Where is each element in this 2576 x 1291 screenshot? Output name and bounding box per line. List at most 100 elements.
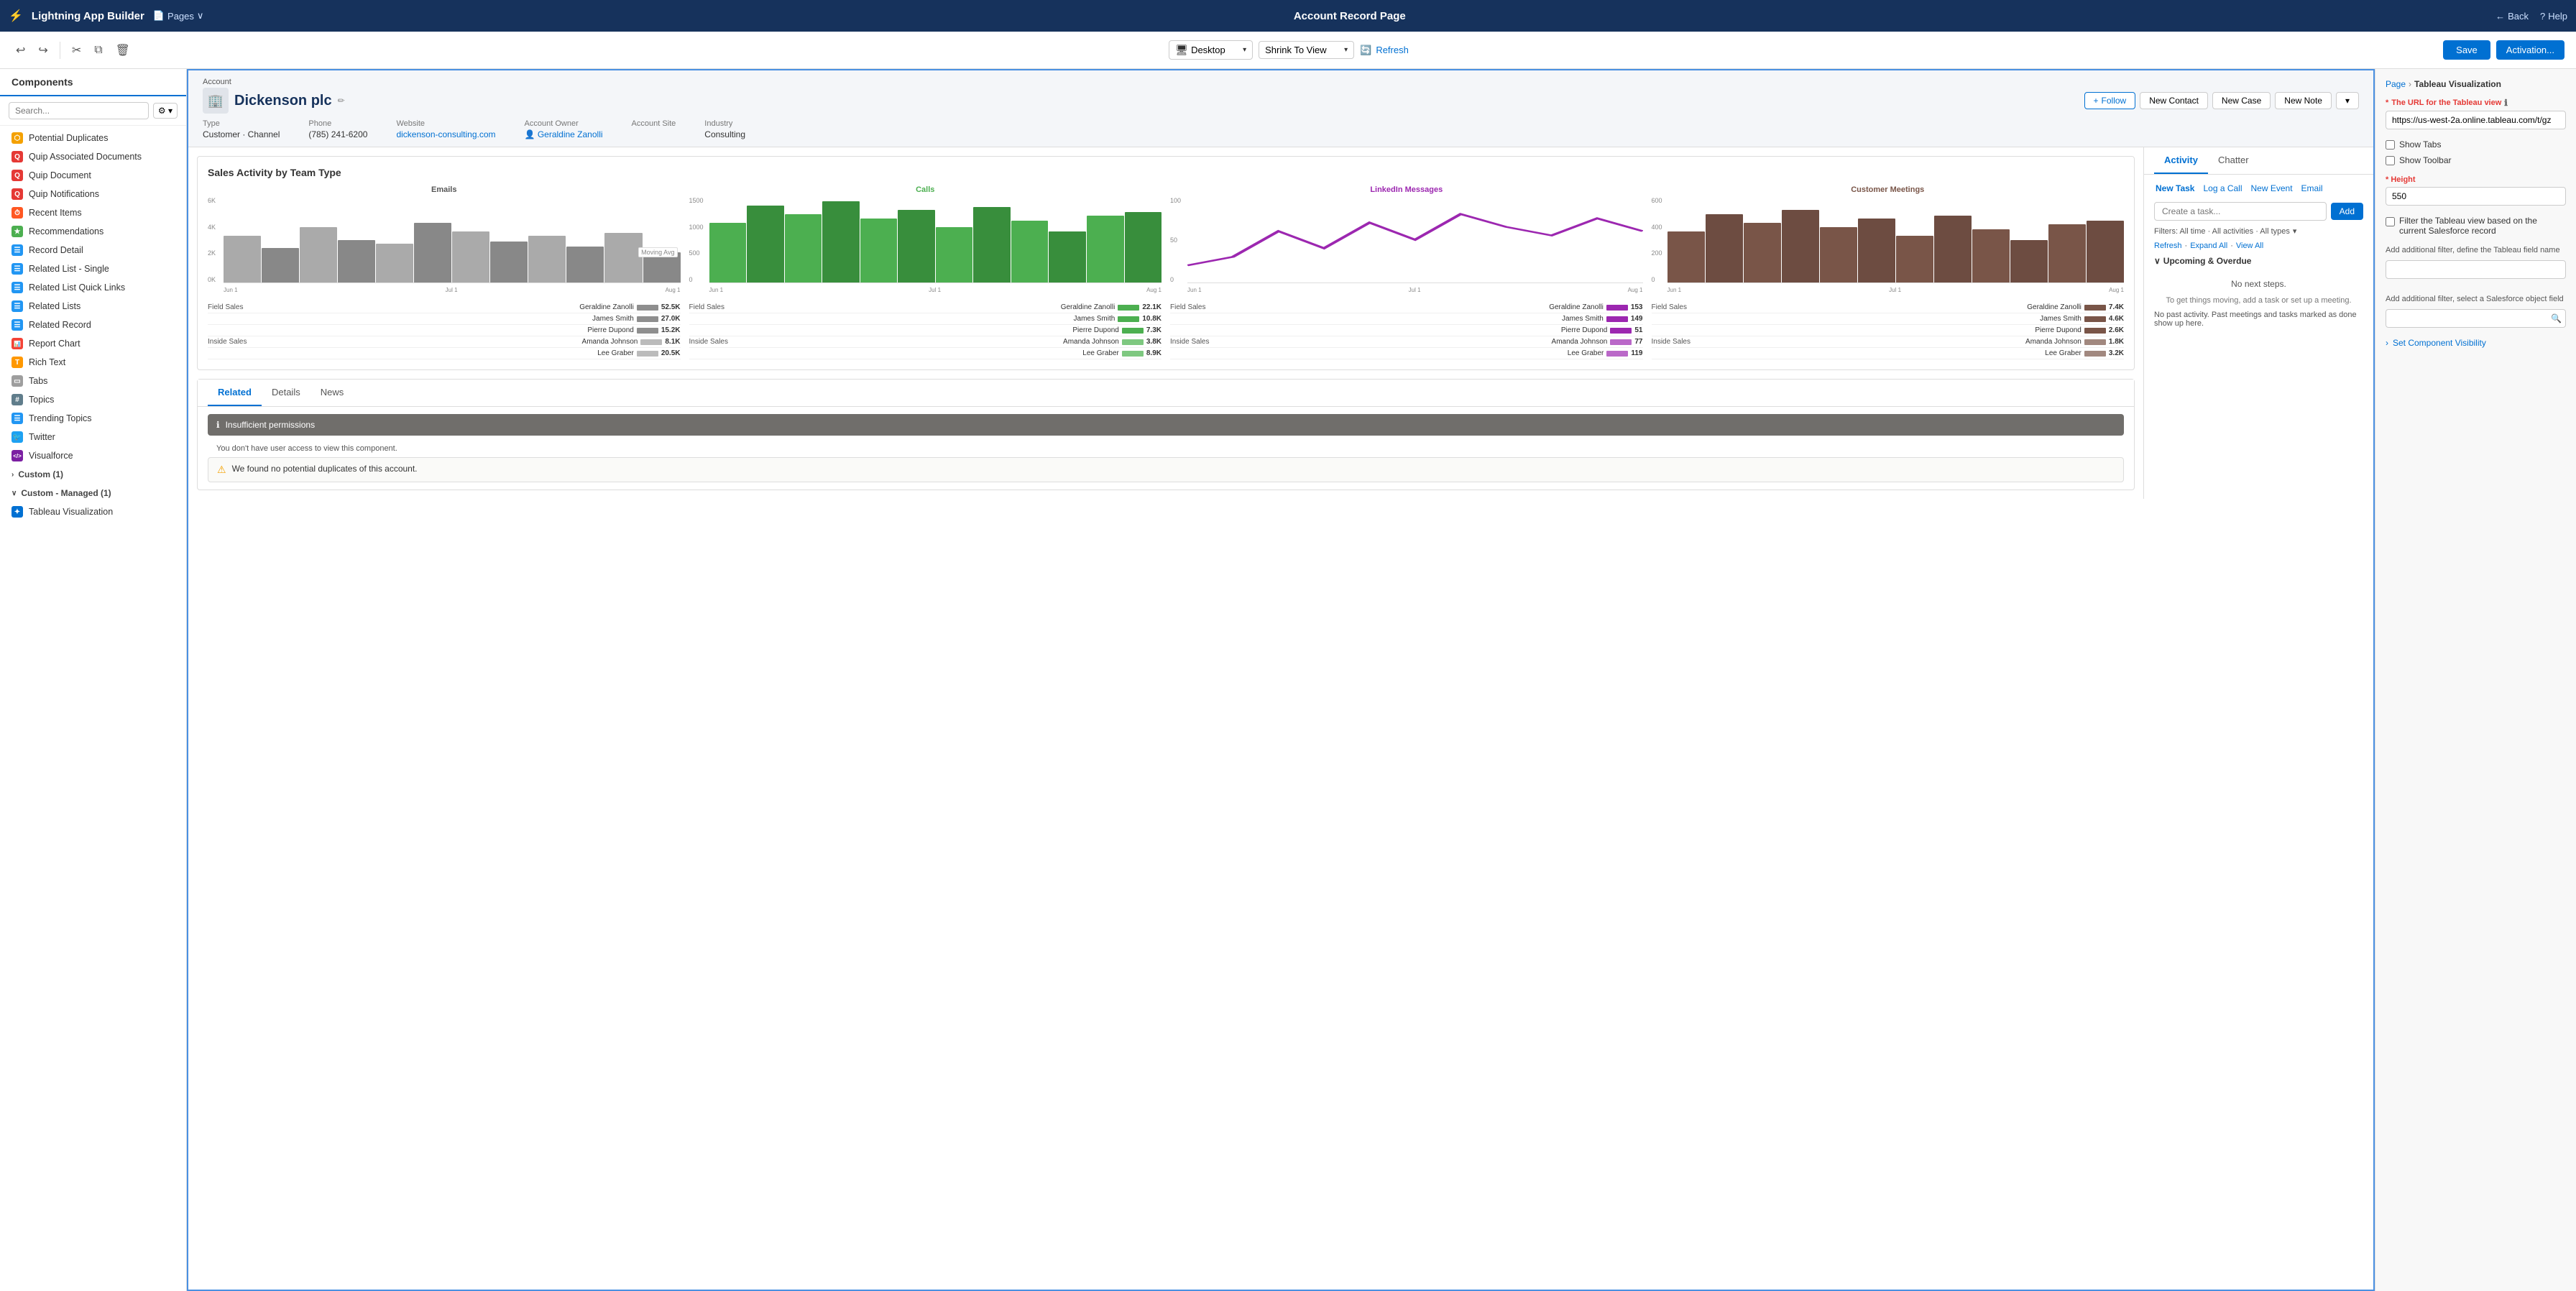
component-item-topics[interactable]: # Topics [0,390,186,409]
component-item-record-detail[interactable]: ☰ Record Detail [0,241,186,259]
show-tabs-row: Show Tabs [2386,139,2566,150]
related-lists-icon: ☰ [12,300,23,312]
component-item-quip-notifications[interactable]: Q Quip Notifications [0,185,186,203]
chart-row: Field Sales Geraldine Zanolli 22.1K [689,302,1162,313]
filter-object-field-input[interactable] [2386,309,2566,328]
filter-checkbox[interactable] [2386,217,2395,226]
quip-notifications-icon: Q [12,188,23,200]
meetings-chart-visual: 6004002000 [1652,197,2125,298]
monitor-icon: 🖥 [1175,44,1188,56]
component-item-trending-topics[interactable]: ☰ Trending Topics [0,409,186,428]
pages-button[interactable]: 📄 Pages ∨ [153,10,204,22]
set-visibility-arrow: › [2386,338,2388,348]
breadcrumb-page-link[interactable]: Page [2386,79,2406,89]
filter-field-name-input[interactable] [2386,260,2566,279]
page-title: Account Record Page [1294,10,1406,22]
component-item-tableau-visualization[interactable]: ✦ Tableau Visualization [0,502,186,521]
new-case-button[interactable]: New Case [2212,92,2271,109]
url-info-icon[interactable]: ℹ [2504,98,2508,108]
record-tab-bar: Related Details News [198,380,2134,407]
device-select-wrap[interactable]: 🖥 Desktop Mobile Tablet ▾ [1169,40,1253,60]
linkedin-chart-visual: 100500 Jun 1Jul 1Aug 1 [1170,197,1643,298]
component-item-related-lists[interactable]: ☰ Related Lists [0,297,186,316]
component-item-potential-duplicates[interactable]: ⬡ Potential Duplicates [0,129,186,147]
meetings-title: Customer Meetings [1652,185,2125,194]
owner-label: Account Owner [525,119,603,128]
save-button[interactable]: Save [2443,40,2490,60]
component-item-visualforce[interactable]: </> Visualforce [0,446,186,465]
undo-button[interactable]: ↩ [12,40,29,60]
show-toolbar-checkbox[interactable] [2386,156,2395,165]
meetings-table: Field Sales Geraldine Zanolli 7.4K James… [1652,302,2125,359]
height-input[interactable] [2386,187,2566,206]
view-all-link[interactable]: View All [2236,242,2263,250]
new-note-button[interactable]: New Note [2275,92,2332,109]
new-event-button[interactable]: New Event [2250,182,2294,195]
add-filter-object-label: Add additional filter, select a Salesfor… [2386,295,2566,303]
search-icon: 🔍 [2551,313,2562,323]
component-item-quip-document[interactable]: Q Quip Document [0,166,186,185]
activity-actions: New Task Log a Call New Event Email [2154,182,2363,195]
custom-managed-section-header[interactable]: ∨ Custom - Managed (1) [0,484,186,502]
device-select[interactable]: Desktop Mobile Tablet [1191,45,1240,55]
create-task-input[interactable] [2154,202,2327,221]
settings-button[interactable]: ⚙ ▾ [153,103,178,119]
site-label: Account Site [632,119,676,128]
back-button[interactable]: ← Back [2496,11,2529,22]
related-record-icon: ☰ [12,319,23,331]
account-actions: + Follow New Contact New Case New Note ▾ [2084,92,2359,109]
view-mode-select-wrap[interactable]: Shrink To View 100% ▾ [1259,41,1354,59]
canvas-inner: Account 🏢 Dickenson plc ✏ + Follow New C… [187,69,2375,1291]
new-task-button[interactable]: New Task [2154,182,2196,195]
copy-button[interactable]: ⧉ [90,41,106,60]
calls-x-labels: Jun 1Jul 1Aug 1 [709,287,1162,293]
redo-button[interactable]: ↪ [34,40,52,60]
expand-all-link[interactable]: Expand All [2190,242,2227,250]
component-item-quip-associated[interactable]: Q Quip Associated Documents [0,147,186,166]
cut-button[interactable]: ✂ [68,40,86,60]
activity-tab[interactable]: Activity [2154,147,2208,174]
refresh-button[interactable]: 🔄 Refresh [1360,45,1409,56]
component-item-report-chart[interactable]: 📊 Report Chart [0,334,186,353]
type-label: Type [203,119,280,128]
component-item-related-list-single[interactable]: ☰ Related List - Single [0,259,186,278]
component-item-recent-items[interactable]: ⏱ Recent Items [0,203,186,222]
url-input[interactable] [2386,111,2566,129]
delete-button[interactable]: 🗑 [111,40,134,60]
log-a-call-button[interactable]: Log a Call [2202,182,2243,195]
chatter-tab[interactable]: Chatter [2208,147,2259,174]
record-body: Sales Activity by Team Type Emails 6K4K2… [188,147,2373,499]
custom-section-header[interactable]: › Custom (1) [0,465,186,484]
email-button[interactable]: Email [2300,182,2324,195]
toolbar: ↩ ↪ ✂ ⧉ 🗑 🖥 Desktop Mobile Tablet ▾ Shri… [0,32,2576,69]
component-item-related-record[interactable]: ☰ Related Record [0,316,186,334]
help-button[interactable]: ? Help [2540,11,2567,22]
chart-row: James Smith 27.0K [208,313,681,325]
calls-table: Field Sales Geraldine Zanolli 22.1K Jame… [689,302,1162,359]
new-contact-button[interactable]: New Contact [2140,92,2208,109]
component-search-input[interactable] [9,102,149,119]
follow-button[interactable]: + Follow [2084,92,2136,109]
tab-details[interactable]: Details [262,380,310,406]
quip-associated-icon: Q [12,151,23,162]
linkedin-x-labels: Jun 1Jul 1Aug 1 [1187,287,1643,293]
chart-row: Lee Graber 20.5K [208,348,681,359]
component-item-tabs[interactable]: ▭ Tabs [0,372,186,390]
component-item-twitter[interactable]: 🐦 Twitter [0,428,186,446]
show-tabs-checkbox[interactable] [2386,140,2395,150]
chart-col-calls: Calls 150010005000 [689,185,1162,359]
tab-related[interactable]: Related [208,380,262,406]
component-item-rich-text[interactable]: T Rich Text [0,353,186,372]
refresh-activity-link[interactable]: Refresh [2154,242,2182,250]
activation-button[interactable]: Activation... [2496,40,2564,60]
tab-news[interactable]: News [310,380,354,406]
more-actions-button[interactable]: ▾ [2336,92,2359,109]
add-task-button[interactable]: Add [2331,203,2363,220]
industry-label: Industry [704,119,745,128]
right-panel: Page › Tableau Visualization * The URL f… [2375,69,2576,1291]
set-visibility-section[interactable]: › Set Component Visibility [2386,338,2566,348]
component-item-related-list-quick-links[interactable]: ☰ Related List Quick Links [0,278,186,297]
top-nav-left: ⚡ Lightning App Builder 📄 Pages ∨ [9,9,203,23]
view-mode-select[interactable]: Shrink To View 100% [1265,45,1341,55]
component-item-recommendations[interactable]: ★ Recommendations [0,222,186,241]
